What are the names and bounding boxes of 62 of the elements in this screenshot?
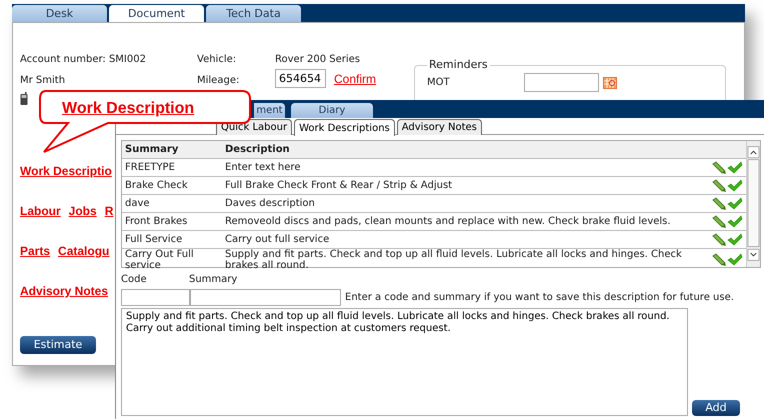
tab[interactable]: Diary [291,103,373,118]
table-cell: Full Brake Check Front & Rear / Strip & Adjust [222,176,708,194]
tab[interactable]: ment [254,103,285,118]
subtab[interactable]: Work Descriptions [294,119,395,136]
table-cell: Supply and fit parts. Check and top up all fluid levels. Lubricate all locks and hinges. Check brakes all round. [222,248,708,271]
pencil-icon[interactable] [711,160,728,174]
summary-field[interactable] [190,289,341,306]
subtab[interactable]: Advisory Notes [396,119,482,135]
sidebar-link[interactable]: R [104,202,114,242]
table-cell: Daves description [222,194,708,212]
checkmark-icon[interactable] [727,253,744,267]
checkmark-icon[interactable] [727,160,744,174]
code-field[interactable] [121,289,190,306]
column-header: Summary [122,141,222,158]
sidebar-link[interactable]: Advisory Notes [20,282,108,322]
table-cell: Brake Check [122,176,222,194]
pencil-icon[interactable] [711,253,728,267]
checkmark-icon[interactable] [727,232,744,246]
pencil-icon[interactable] [711,214,728,228]
table-cell: Carry out full service [222,230,708,248]
scrollbar[interactable] [746,141,760,267]
table-cell: Carry Out Full service [122,248,222,271]
callout-text: Work Description [62,99,194,119]
pencil-icon[interactable] [711,196,728,210]
checkmark-icon[interactable] [727,178,744,192]
tab[interactable]: Desk [12,5,107,22]
hint-text: Enter a code and summary if you want to save this description for future use. [345,291,734,305]
calendar-icon[interactable] [603,76,617,88]
table-cell: FREETYPE [122,158,222,176]
pencil-icon[interactable] [711,232,728,246]
pencil-icon[interactable] [711,178,728,192]
customer-name: Mr Smith [20,74,66,88]
sidebar-link[interactable]: Parts [20,242,50,282]
mileage-label: Mileage: [197,74,240,88]
tab[interactable]: Document [109,5,204,22]
sidebar-link[interactable]: Work Descriptio [20,162,112,202]
vehicle-label: Vehicle: [197,53,238,67]
confirm-link[interactable]: Confirm [334,70,376,88]
sidebar-link[interactable]: Catalogu [58,242,110,282]
checkmark-icon[interactable] [727,214,744,228]
mileage-field[interactable]: 654654 [275,69,326,88]
table-cell: Front Brakes [122,212,222,230]
reminder-label: MOT [427,76,451,90]
date-field[interactable] [524,73,599,92]
estimate-button[interactable]: Estimate [20,336,96,354]
summary-label: Summary [189,273,238,287]
sidebar-link[interactable]: Labour [20,202,61,242]
account-number: Account number: SMI002 [20,53,147,67]
table-cell: Enter text here [222,158,708,176]
add-button[interactable]: Add [692,400,740,416]
vehicle-value: Rover 200 Series [275,53,361,67]
mobile-phone-icon [20,92,28,105]
sidebar-link[interactable]: Jobs [68,202,97,242]
table-cell: Full Service [122,230,222,248]
checkmark-icon[interactable] [727,196,744,210]
column-header: Description [222,141,708,158]
description-text-area[interactable]: Supply and fit parts. Check and top up all fluid levels. Lubricate all locks and hinges. Check brakes all round. Carry out additional timing belt inspection at customers request. [121,308,688,416]
tab[interactable]: Tech Data [206,5,301,22]
code-label: Code [121,273,148,287]
table-cell: Removeold discs and pads, clean mounts and replace with new. Check brake fluid levels. [222,212,708,230]
reminders-title: Reminders [428,58,489,72]
table-cell: dave [122,194,222,212]
